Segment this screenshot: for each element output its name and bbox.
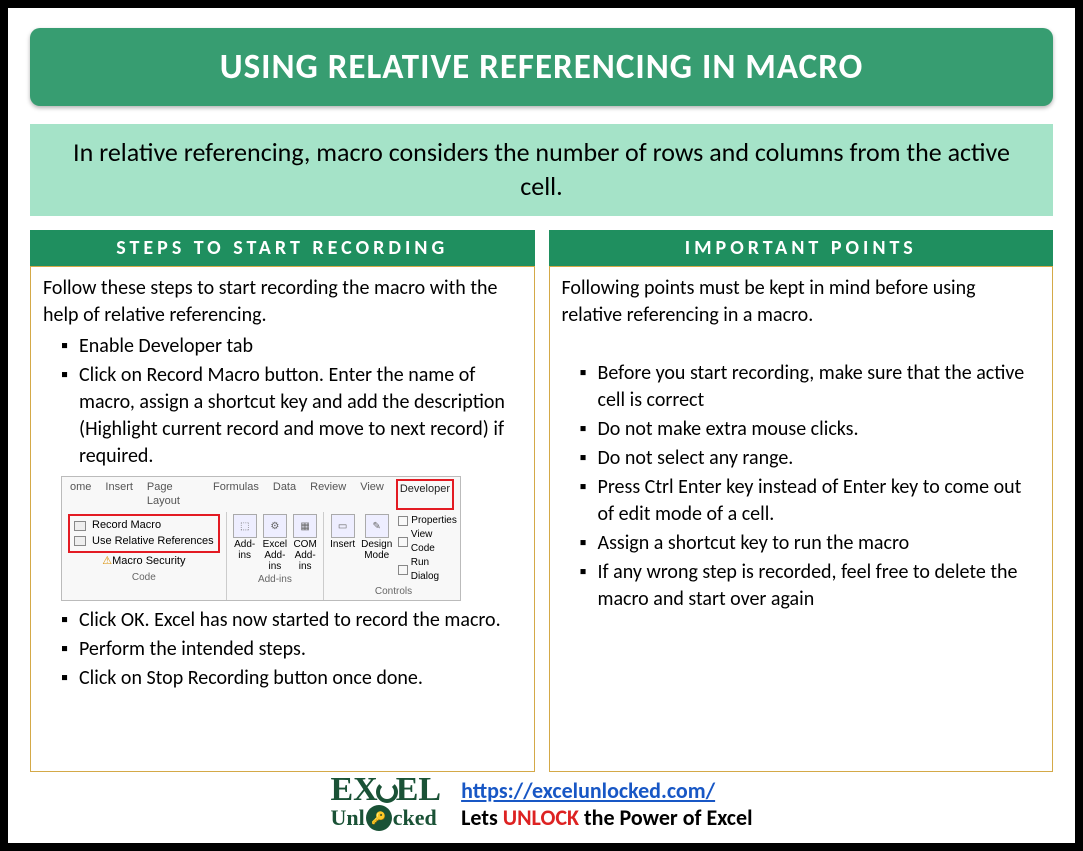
intro-box: In relative referencing, macro considers…	[30, 124, 1053, 216]
list-item: Before you start recording, make sure th…	[580, 360, 1041, 414]
tab-review: Review	[308, 479, 348, 511]
ribbon-groups: Record Macro Use Relative References ⚠Ma…	[62, 512, 460, 600]
steps-header: STEPS TO START RECORDING	[30, 230, 535, 266]
relative-ref-label: Use Relative References	[92, 534, 214, 549]
tab-data: Data	[271, 479, 298, 511]
page-title: USING RELATIVE REFERENCING IN MACRO	[40, 46, 1043, 88]
com-addins-icon: ▦	[293, 514, 317, 538]
list-item: Do not make extra mouse clicks.	[580, 416, 1041, 443]
addins-group: ⬚Add-ins ⚙Excel Add-ins ▦COM Add-ins Add…	[227, 512, 324, 600]
title-bar: USING RELATIVE REFERENCING IN MACRO	[30, 28, 1053, 106]
code-group: Record Macro Use Relative References ⚠Ma…	[62, 512, 227, 600]
logo: EXEL Unl🔑cked	[331, 776, 442, 831]
list-item: Enable Developer tab	[61, 333, 522, 360]
design-mode-icon: ✎	[365, 514, 389, 538]
excel-ribbon-screenshot: ome Insert Page Layout Formulas Data Rev…	[61, 476, 461, 601]
excel-addins-icon: ⚙	[263, 514, 287, 538]
points-header: IMPORTANT POINTS	[549, 230, 1054, 266]
controls-group: ▭Insert ✎Design Mode Properties View Cod…	[324, 512, 463, 600]
list-item: Click OK. Excel has now started to recor…	[61, 607, 522, 634]
website-link[interactable]: https://excelunlocked.com/	[461, 777, 715, 804]
tab-page-layout: Page Layout	[145, 479, 201, 511]
steps-list-after: Click OK. Excel has now started to recor…	[43, 607, 522, 692]
warning-icon: ⚠	[102, 555, 112, 567]
footer: EXEL Unl🔑cked https://excelunlocked.com/…	[30, 776, 1053, 833]
tab-insert: Insert	[103, 479, 135, 511]
record-macro-icon	[74, 521, 86, 531]
points-body: Following points must be kept in mind be…	[549, 266, 1054, 773]
run-dialog-icon	[398, 565, 407, 575]
list-item: If any wrong step is recorded, feel free…	[580, 559, 1041, 613]
steps-intro: Follow these steps to start recording th…	[43, 275, 522, 329]
points-intro: Following points must be kept in mind be…	[562, 275, 1041, 329]
addins-group-label: Add-ins	[233, 572, 317, 588]
tab-view: View	[358, 479, 386, 511]
logo-c-icon	[376, 781, 398, 803]
steps-body: Follow these steps to start recording th…	[30, 266, 535, 773]
tagline: Lets UNLOCK the Power of Excel	[461, 804, 752, 831]
macro-security-label: Macro Security	[112, 555, 185, 567]
list-item: Click on Stop Recording button once done…	[61, 665, 522, 692]
list-item: Do not select any range.	[580, 445, 1041, 472]
list-item: Click on Record Macro button. Enter the …	[61, 362, 522, 470]
view-code-icon	[398, 537, 408, 547]
footer-text: https://excelunlocked.com/ Lets UNLOCK t…	[461, 777, 752, 831]
tab-home: ome	[68, 479, 93, 511]
points-column: IMPORTANT POINTS Following points must b…	[549, 230, 1054, 773]
ribbon-tabs: ome Insert Page Layout Formulas Data Rev…	[62, 477, 460, 513]
properties-icon	[398, 516, 408, 526]
tab-developer: Developer	[396, 479, 454, 511]
relative-ref-icon	[74, 536, 86, 546]
insert-control-icon: ▭	[331, 514, 355, 538]
code-group-label: Code	[68, 570, 220, 586]
list-item: Press Ctrl Enter key instead of Enter ke…	[580, 474, 1041, 528]
steps-list-before: Enable Developer tab Click on Record Mac…	[43, 333, 522, 470]
record-macro-label: Record Macro	[92, 518, 161, 533]
controls-group-label: Controls	[330, 584, 457, 600]
list-item: Assign a shortcut key to run the macro	[580, 530, 1041, 557]
key-icon: 🔑	[366, 805, 392, 831]
steps-column: STEPS TO START RECORDING Follow these st…	[30, 230, 535, 773]
tab-formulas: Formulas	[211, 479, 261, 511]
columns-container: STEPS TO START RECORDING Follow these st…	[30, 230, 1053, 773]
list-item: Perform the intended steps.	[61, 636, 522, 663]
addins-icon: ⬚	[233, 514, 257, 538]
points-list: Before you start recording, make sure th…	[562, 360, 1041, 613]
